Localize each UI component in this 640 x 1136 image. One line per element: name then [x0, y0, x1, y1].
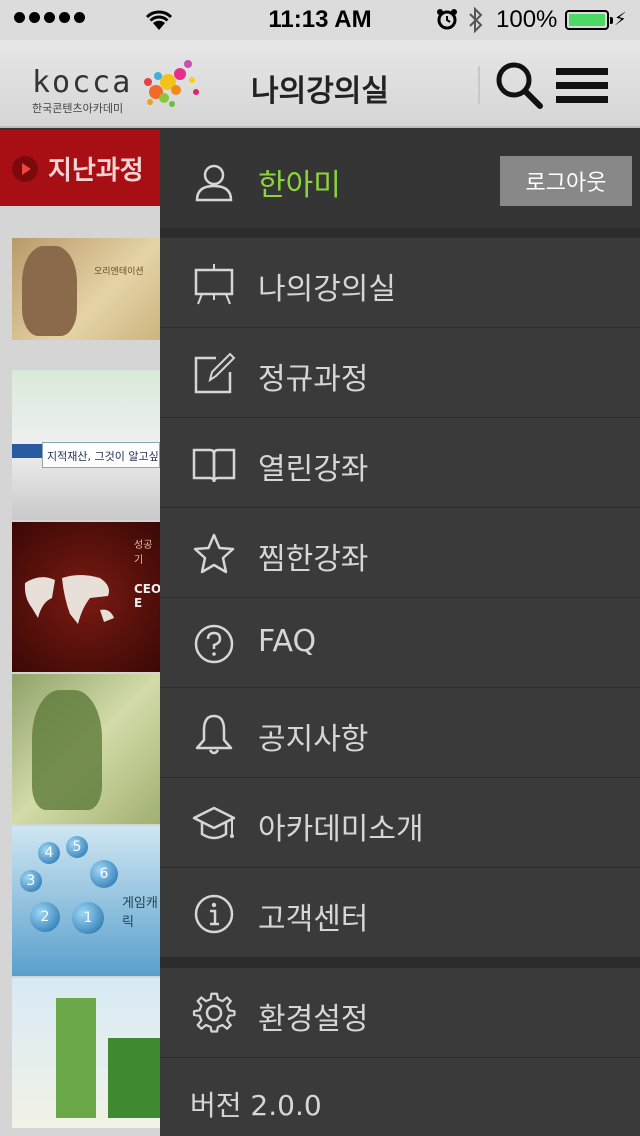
page-title: 나의강의실	[251, 74, 389, 109]
menu-item-my-classroom[interactable]: 나의강의실	[160, 238, 640, 328]
graduation-cap-icon	[192, 806, 236, 840]
course-thumbnail[interactable]	[12, 978, 160, 1128]
section-divider	[160, 958, 640, 968]
menu-item-customer-center[interactable]: 고객센터	[160, 868, 640, 958]
edit-icon	[194, 352, 236, 394]
logo-dots-graphic	[144, 60, 199, 107]
user-icon	[195, 164, 233, 202]
menu-item-favorites[interactable]: 찜한강좌	[160, 508, 640, 598]
kocca-logo[interactable]: kocca 한국콘텐츠아카데미	[32, 60, 202, 120]
star-icon	[193, 533, 235, 574]
profile-section: 한아미 로그아웃	[160, 130, 640, 228]
section-divider	[160, 228, 640, 238]
navigation-drawer: 한아미 로그아웃 나의강의실 정규과정 열린강좌 찜한강좌 FAQ 공지사항 아…	[160, 130, 640, 1136]
play-icon	[12, 156, 38, 182]
logout-button[interactable]: 로그아웃	[500, 156, 632, 206]
easel-icon	[194, 264, 234, 305]
app-version: 버전 2.0.0	[190, 1089, 322, 1122]
charging-icon: ⚡	[614, 9, 627, 30]
tab-past-courses[interactable]: 지난과정	[0, 130, 160, 206]
course-thumbnail[interactable]: 성공기 CEO E	[12, 522, 161, 672]
hamburger-menu-icon[interactable]	[556, 68, 608, 104]
info-icon	[194, 894, 234, 934]
menu-item-settings[interactable]: 환경설정	[160, 968, 640, 1058]
search-icon[interactable]	[494, 60, 544, 110]
question-icon	[194, 624, 234, 664]
menu-item-regular-courses[interactable]: 정규과정	[160, 328, 640, 418]
header-divider	[478, 66, 480, 104]
course-thumbnail[interactable]	[12, 674, 160, 824]
menu-item-open-lectures[interactable]: 열린강좌	[160, 418, 640, 508]
gear-icon	[192, 992, 236, 1033]
menu-item-faq[interactable]: FAQ	[160, 598, 640, 688]
app-header: kocca 한국콘텐츠아카데미 나의강의실	[0, 40, 640, 128]
course-list-background: 지난과정 오리엔테이션 지적재산, 그것이 알고싶 성공기 CEO E 4 5 …	[0, 130, 161, 1136]
bluetooth-icon	[469, 7, 483, 33]
book-icon	[192, 448, 236, 483]
world-map-graphic	[24, 575, 114, 624]
menu-item-notices[interactable]: 공지사항	[160, 688, 640, 778]
course-thumbnail[interactable]: 4 5 3 6 2 1 게임캐릭	[12, 826, 160, 976]
alarm-icon	[437, 9, 457, 30]
user-name: 한아미	[258, 168, 341, 203]
course-thumbnail[interactable]: 오리엔테이션	[12, 238, 160, 340]
menu-item-academy-intro[interactable]: 아카데미소개	[160, 778, 640, 868]
course-thumbnail[interactable]: 지적재산, 그것이 알고싶	[12, 370, 160, 520]
bell-icon	[195, 714, 233, 755]
battery-icon	[565, 10, 613, 30]
status-bar: 11:13 AM 100% ⚡	[0, 0, 640, 40]
battery-percent: 100%	[496, 6, 558, 33]
